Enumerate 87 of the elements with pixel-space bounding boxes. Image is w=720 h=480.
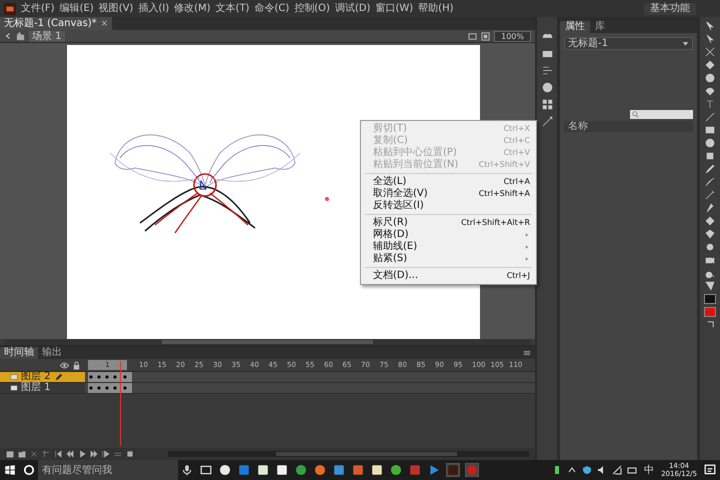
search-field[interactable]: [630, 110, 693, 119]
microphone-icon[interactable]: [181, 464, 193, 476]
playback-icon[interactable]: [30, 450, 38, 458]
context-menu-item[interactable]: 反转选区(I): [361, 200, 536, 212]
notification-icon[interactable]: [704, 464, 716, 476]
context-menu-item[interactable]: 辅助线(E): [361, 241, 536, 253]
menu-item[interactable]: 控制(O): [294, 2, 330, 14]
menu-item[interactable]: 窗口(W): [375, 2, 414, 14]
close-tab-button[interactable]: ×: [100, 18, 108, 28]
horizontal-scrollbar[interactable]: [4, 339, 531, 345]
zoom-field[interactable]: 100%: [494, 30, 531, 42]
app-icon[interactable]: [257, 464, 269, 476]
context-menu-item[interactable]: 网格(D): [361, 229, 536, 241]
panel-tab[interactable]: 属性: [560, 21, 590, 33]
app-logo-icon: [4, 2, 16, 14]
column-header[interactable]: 名称: [564, 121, 693, 132]
app-icon[interactable]: [371, 464, 383, 476]
search-icon: [632, 111, 639, 118]
document-tab-title[interactable]: 无标题-1 (Canvas)*: [4, 18, 97, 30]
menu-item[interactable]: 编辑(E): [60, 2, 94, 14]
tool-icon[interactable]: [705, 255, 715, 265]
search-field[interactable]: 有问题尽管问我: [38, 460, 178, 480]
stage-icon[interactable]: [481, 32, 490, 40]
layout-icon[interactable]: [468, 32, 478, 40]
panel-icon[interactable]: [542, 99, 552, 110]
task-view-icon[interactable]: [200, 464, 212, 476]
point-marker: [325, 197, 329, 201]
panel-icon[interactable]: [542, 82, 552, 93]
shield-icon[interactable]: [582, 465, 592, 475]
menu-item[interactable]: 插入(I): [138, 2, 170, 14]
context-menu-item[interactable]: 全选(L) Ctrl+A: [361, 176, 536, 188]
context-menu-item[interactable]: 文档(D)... Ctrl+J: [361, 270, 536, 282]
timeline-scrollbar[interactable]: [168, 451, 529, 457]
caret-icon: [682, 40, 689, 47]
network-icon[interactable]: [612, 465, 622, 475]
document-dropdown[interactable]: 无标题-1: [564, 37, 693, 50]
keyframes-drawing: [88, 383, 132, 393]
scene-icon: [16, 32, 25, 40]
app-icon[interactable]: [390, 464, 402, 476]
panel-icon[interactable]: [542, 65, 552, 76]
fill-color-swatch[interactable]: [704, 307, 716, 317]
panel-icon[interactable]: [542, 116, 552, 127]
tool-icon[interactable]: [705, 281, 715, 291]
playback-icon[interactable]: [54, 450, 62, 458]
playback-icon[interactable]: [126, 450, 134, 458]
playback-icon[interactable]: [42, 450, 50, 458]
swap-icon[interactable]: [706, 320, 714, 329]
workspace-switcher[interactable]: 基本功能: [644, 2, 696, 14]
panel-icon[interactable]: [542, 48, 552, 59]
menu-item[interactable]: 命令(C): [254, 2, 290, 14]
menu-item[interactable]: 修改(M): [174, 2, 211, 14]
context-menu-item[interactable]: 贴紧(S): [361, 253, 536, 265]
tool-icon[interactable]: [705, 99, 715, 109]
layer-row[interactable]: 图层 1: [0, 383, 85, 393]
menu-item[interactable]: 视图(V): [98, 2, 134, 14]
panel-tab[interactable]: 时间轴: [0, 347, 38, 359]
lock-icon[interactable]: [72, 360, 81, 370]
context-menu-item[interactable]: 标尺(R) Ctrl+Shift+Alt+R: [361, 217, 536, 229]
input-method-indicator[interactable]: 中: [644, 463, 654, 477]
keyboard-icon[interactable]: [627, 465, 638, 475]
playback-icon[interactable]: [114, 450, 122, 458]
chevron-up-icon[interactable]: [567, 465, 578, 475]
keyframes-drawing: [88, 372, 132, 382]
layer-row[interactable]: 图层 2: [0, 372, 85, 382]
menu-item[interactable]: 文本(T): [216, 2, 250, 14]
tool-icon[interactable]: [705, 47, 715, 57]
menu-item[interactable]: 调试(D): [334, 2, 370, 14]
menu-item[interactable]: 文件(F): [21, 2, 55, 14]
document-tab[interactable]: 无标题-1 (Canvas)* ×: [0, 17, 112, 30]
stroke-color-swatch[interactable]: [704, 294, 716, 304]
scene-label[interactable]: 场景 1: [29, 30, 65, 42]
playback-icon[interactable]: [90, 450, 98, 458]
tool-icon[interactable]: [705, 190, 715, 200]
app-icon[interactable]: [276, 464, 288, 476]
playback-icon[interactable]: [102, 450, 110, 458]
menu-item[interactable]: 帮助(H): [418, 2, 454, 14]
menu-icon[interactable]: [523, 349, 531, 357]
panel-tab[interactable]: 库: [590, 21, 610, 33]
start-icon[interactable]: [4, 464, 16, 476]
app-icon[interactable]: [219, 464, 231, 476]
circle-icon: [23, 464, 35, 476]
playback-icon[interactable]: [78, 450, 86, 458]
playback-icon[interactable]: [66, 450, 74, 458]
eye-icon[interactable]: [60, 360, 69, 370]
frame-track[interactable]: [85, 383, 535, 393]
panel-tab[interactable]: 输出: [38, 347, 66, 359]
context-menu-item[interactable]: 取消全选(V) Ctrl+Shift+A: [361, 188, 536, 200]
